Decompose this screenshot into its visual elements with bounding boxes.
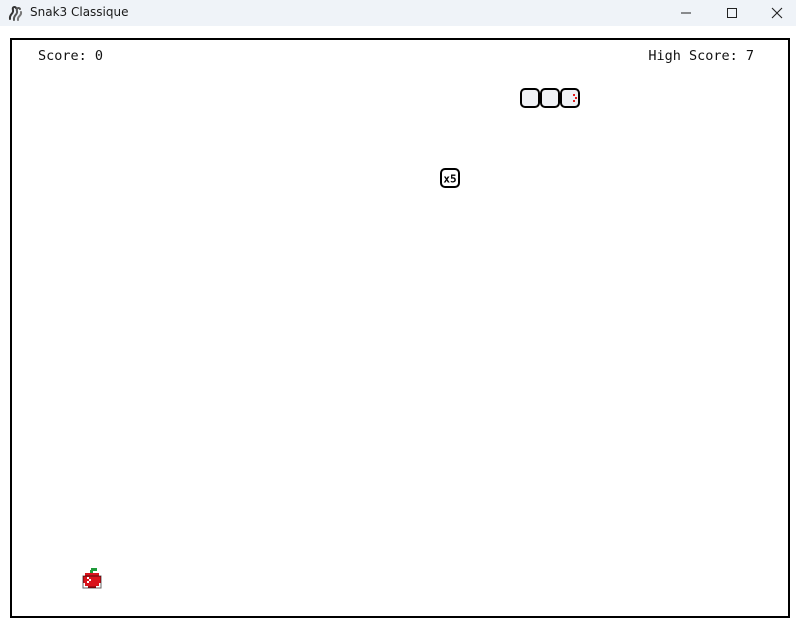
close-button[interactable] <box>754 0 796 26</box>
snake-logo-icon <box>7 4 25 22</box>
snake-head <box>560 88 580 108</box>
snake-body-segment <box>520 88 540 108</box>
multiplier-token-icon: x5 <box>440 168 460 188</box>
window-title: Snak3 Classique <box>30 5 129 19</box>
score-label: Score: 0 <box>38 48 104 64</box>
high-score-label: High Score: 7 <box>648 48 754 64</box>
snake-body-segment <box>540 88 560 108</box>
maximize-button[interactable] <box>709 0 755 26</box>
close-icon <box>771 7 783 19</box>
game-board[interactable]: Score: 0 High Score: 7 x5 <box>10 38 790 618</box>
powerup-label: x5 <box>443 173 456 186</box>
maximize-icon <box>726 7 738 19</box>
apple-icon <box>82 567 102 589</box>
minimize-icon <box>680 7 692 19</box>
minimize-button[interactable] <box>663 0 709 26</box>
title-bar[interactable]: Snak3 Classique <box>0 0 796 26</box>
game-window: Snak3 Classique Score: 0 High Score: 7 x… <box>0 0 796 627</box>
